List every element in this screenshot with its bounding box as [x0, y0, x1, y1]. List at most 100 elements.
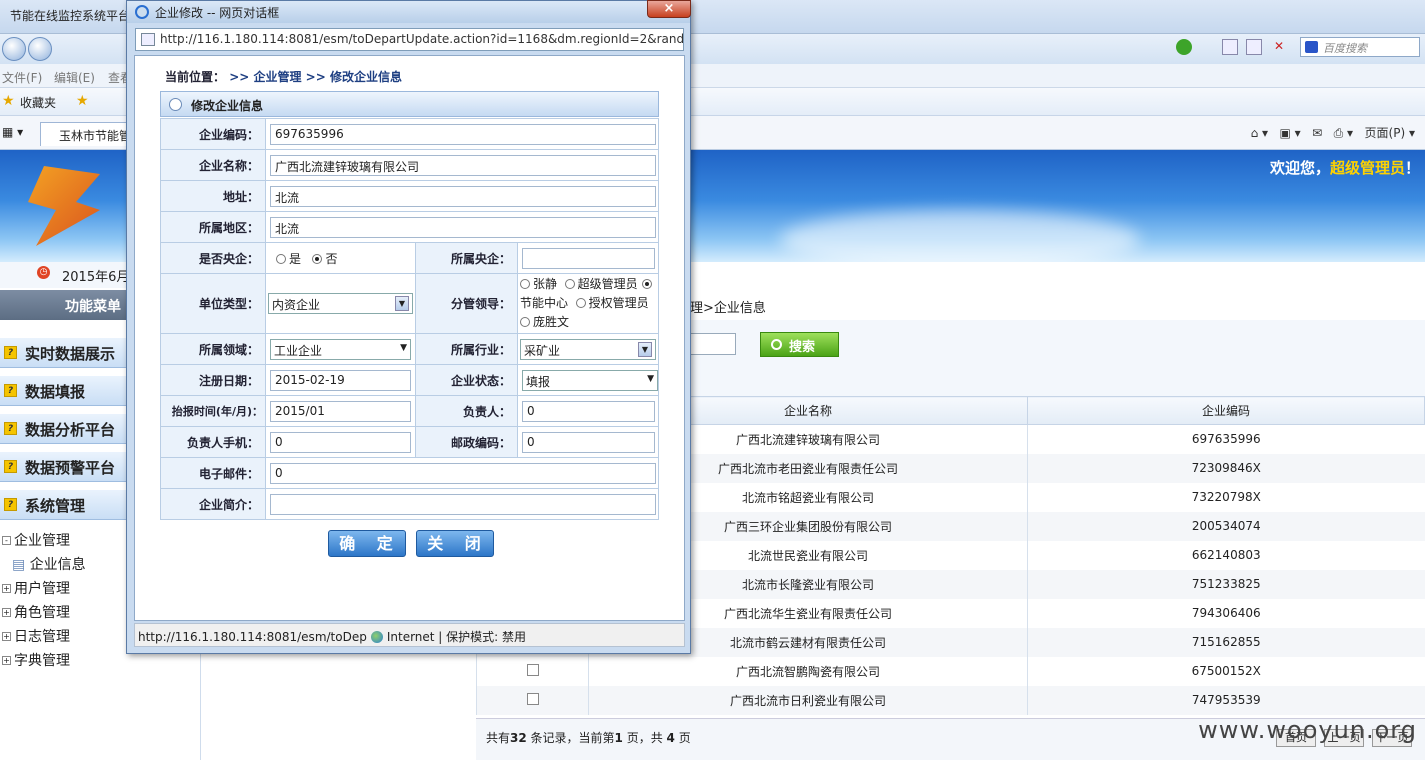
expand-icon: +: [2, 656, 11, 665]
tree-item-users[interactable]: + 用户管理: [2, 578, 70, 598]
search-button[interactable]: 搜索: [760, 332, 839, 357]
stop-icon[interactable]: ✕: [1271, 39, 1287, 55]
tree-item-enterprise[interactable]: - 企业管理: [2, 530, 70, 550]
address-field[interactable]: 北流: [270, 185, 656, 207]
row-checkbox-cell: [476, 656, 589, 686]
label-unit-type: 单位类型：: [160, 273, 266, 334]
label-address: 地址：: [160, 180, 266, 212]
favorites-button[interactable]: 收藏夹: [20, 94, 56, 111]
unit-type-select[interactable]: 内资企业 ▼: [268, 293, 413, 314]
status-url: http://116.1.180.114:8081/esm/toDep: [138, 630, 367, 644]
email-field[interactable]: 0: [270, 462, 656, 484]
row-code: 73220798X: [1027, 482, 1425, 512]
main-breadcrumb: 理>企业信息: [690, 292, 1425, 320]
label-leader: 分管领导：: [415, 273, 518, 334]
dialog-title: 企业修改 -- 网页对话框: [155, 6, 280, 20]
edit-dialog: 企业修改 -- 网页对话框 × http://116.1.180.114:808…: [126, 0, 691, 654]
menu-file[interactable]: 文件(F): [2, 69, 42, 86]
browser-tab[interactable]: 玉林市节能管: [40, 122, 130, 146]
row-checkbox[interactable]: [526, 663, 539, 676]
dropdown-icon: ▼: [647, 373, 654, 384]
leader-checkbox-4[interactable]: 授权管理员: [575, 296, 649, 310]
print-icon[interactable]: ⎙ ▾: [1334, 126, 1353, 140]
label-person: 负责人：: [415, 395, 518, 427]
add-favorite-icon[interactable]: ★: [76, 93, 89, 109]
page-menu[interactable]: 页面(P): [1365, 126, 1406, 140]
label-field: 所属领域：: [160, 333, 266, 365]
main-search-input[interactable]: [690, 333, 736, 355]
mail-icon[interactable]: ✉: [1312, 126, 1322, 140]
home-icon[interactable]: ⌂ ▾: [1251, 126, 1268, 140]
command-bar: ⌂ ▾ ▣ ▾ ✉ ⎙ ▾ 页面(P) ▾: [1250, 126, 1415, 140]
refresh-icon[interactable]: [1246, 39, 1262, 55]
baidu-icon: [1305, 41, 1318, 53]
compat-icon[interactable]: [1222, 39, 1238, 55]
dialog-close-button[interactable]: ×: [647, 0, 691, 18]
central-no-radio[interactable]: 否: [312, 252, 337, 266]
leader-checkbox-1[interactable]: 张静: [520, 277, 557, 291]
row-code: 200534074: [1027, 511, 1425, 541]
search-icon: [771, 339, 782, 350]
question-icon: ?: [4, 346, 17, 359]
collapse-icon: -: [2, 536, 11, 545]
menu-edit[interactable]: 编辑(E): [54, 69, 95, 86]
field-select[interactable]: 工业企业 ▼: [270, 338, 411, 360]
label-email: 电子邮件：: [160, 457, 266, 489]
row-code: 747953539: [1027, 685, 1425, 715]
label-name: 企业名称：: [160, 149, 266, 181]
name-field[interactable]: 广西北流建锌玻璃有限公司: [270, 154, 656, 176]
label-code: 企业编码：: [160, 118, 266, 150]
zip-field[interactable]: 0: [522, 431, 655, 453]
row-name: 广西北流市日利瓷业有限公司: [588, 685, 1028, 715]
tree-item-enterprise-info[interactable]: ▤ 企业信息: [12, 554, 86, 574]
tree-item-dictionary[interactable]: + 字典管理: [2, 650, 70, 670]
page-icon: [141, 33, 155, 46]
globe-icon: [370, 631, 383, 643]
grid-icon[interactable]: ▦ ▾: [2, 125, 23, 139]
row-checkbox[interactable]: [526, 692, 539, 705]
code-field[interactable]: 697635996: [270, 123, 656, 145]
reg-date-field[interactable]: 2015-02-19: [270, 369, 411, 391]
leader-checkbox-2[interactable]: 超级管理员: [564, 277, 638, 291]
label-industry: 所属行业：: [415, 333, 518, 365]
label-report-time: 抬报时间(年/月)：: [160, 395, 266, 427]
table-header-code: 企业编码: [1027, 396, 1425, 425]
row-checkbox-cell: [476, 685, 589, 715]
dropdown-icon: ▼: [400, 342, 407, 353]
leader-checkbox-5[interactable]: 庞胜文: [520, 315, 569, 329]
report-time-field[interactable]: 2015/01: [270, 400, 411, 422]
rss-icon[interactable]: ▣ ▾: [1279, 126, 1300, 140]
region-field[interactable]: 北流: [270, 216, 656, 238]
industry-select[interactable]: 采矿业 ▼: [520, 338, 656, 360]
status-select[interactable]: 填报 ▼: [522, 369, 658, 391]
browser-search-input[interactable]: 百度搜索: [1300, 37, 1420, 57]
table-row[interactable]: 广西北流智鹏陶瓷有限公司 67500152X: [476, 656, 1425, 686]
clock-icon: ◷: [37, 266, 50, 279]
total-count: 32: [510, 731, 527, 745]
label-central-name: 所属央企：: [415, 242, 518, 274]
intro-field[interactable]: [270, 493, 656, 515]
row-code: 751233825: [1027, 569, 1425, 599]
dialog-titlebar[interactable]: 企业修改 -- 网页对话框: [127, 1, 690, 23]
question-icon: ?: [4, 460, 17, 473]
label-region: 所属地区：: [160, 211, 266, 243]
central-name-field[interactable]: [522, 247, 655, 269]
tree-item-roles[interactable]: + 角色管理: [2, 602, 70, 622]
confirm-button[interactable]: 确 定: [328, 530, 406, 557]
tree-item-logs[interactable]: + 日志管理: [2, 626, 70, 646]
label-reg-date: 注册日期：: [160, 364, 266, 396]
expand-icon: +: [2, 632, 11, 641]
row-code: 72309846X: [1027, 453, 1425, 483]
expand-icon: +: [2, 608, 11, 617]
add-icon[interactable]: [1176, 39, 1192, 55]
person-field[interactable]: 0: [522, 400, 655, 422]
close-button[interactable]: 关 闭: [416, 530, 494, 557]
forward-icon[interactable]: [28, 37, 52, 61]
document-icon: ▤: [12, 557, 26, 573]
label-zip: 邮政编码：: [415, 426, 518, 458]
back-icon[interactable]: [2, 37, 26, 61]
star-icon: ★: [2, 93, 15, 109]
table-row[interactable]: 广西北流市日利瓷业有限公司 747953539: [476, 685, 1425, 715]
central-yes-radio[interactable]: 是: [276, 252, 301, 266]
phone-field[interactable]: 0: [270, 431, 411, 453]
